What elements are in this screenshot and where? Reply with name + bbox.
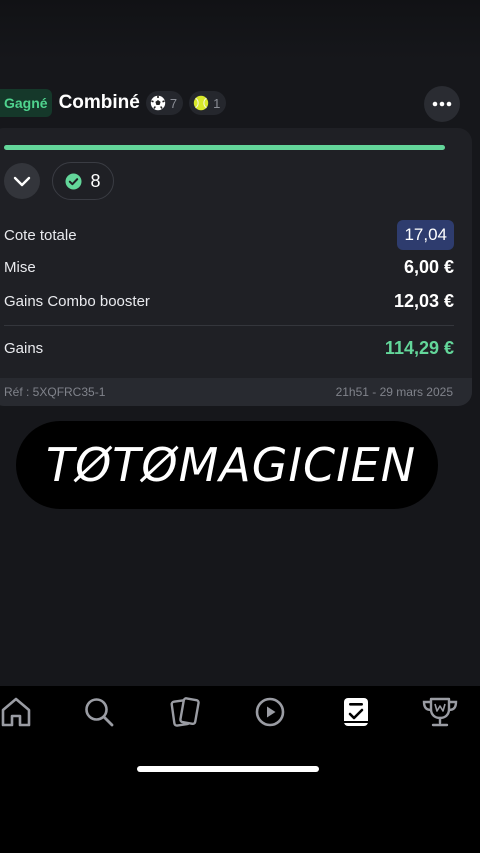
booster-value: 12,03 € bbox=[393, 291, 454, 311]
divider bbox=[4, 325, 454, 326]
more-dots-icon bbox=[432, 101, 452, 107]
more-options-button[interactable] bbox=[424, 86, 460, 122]
top-shade bbox=[0, 0, 480, 60]
trophy-icon bbox=[422, 697, 458, 727]
progress-bar bbox=[4, 145, 445, 150]
bet-card: 8 Cote totale 17,04 Mise 6,00 € Gains Co… bbox=[0, 128, 472, 406]
bet-datetime: 21h51 - 29 mars 2025 bbox=[335, 385, 453, 399]
booster-label: Gains Combo booster bbox=[4, 293, 150, 310]
nav-trophy[interactable] bbox=[418, 694, 462, 730]
bottom-nav bbox=[0, 686, 480, 853]
stake-row: Mise 6,00 € bbox=[4, 257, 454, 278]
booster-row: Gains Combo booster 12,03 € bbox=[4, 291, 454, 312]
soccer-ball-icon bbox=[150, 95, 166, 111]
card-footer: Réf : 5XQFRC35-1 21h51 - 29 mars 2025 bbox=[0, 378, 472, 406]
progress-fill bbox=[4, 145, 445, 150]
bet-reference: Réf : 5XQFRC35-1 bbox=[4, 385, 106, 399]
betslip-icon bbox=[344, 698, 368, 726]
check-circle-icon bbox=[65, 173, 82, 189]
cards-icon bbox=[170, 697, 200, 727]
watermark-banner: TØTØMAGICIEN bbox=[16, 421, 438, 509]
home-indicator[interactable] bbox=[137, 766, 319, 772]
sport-chip-tennis: 1 bbox=[189, 91, 227, 115]
tennis-ball-icon bbox=[193, 95, 209, 111]
home-icon bbox=[1, 697, 31, 727]
tennis-count: 1 bbox=[213, 95, 221, 111]
total-odds-value: 17,04 bbox=[397, 220, 454, 250]
winnings-row: Gains 114,29 € bbox=[4, 338, 454, 359]
chevron-down-icon bbox=[13, 176, 31, 186]
status-badge: Gagné bbox=[0, 89, 52, 117]
nav-home[interactable] bbox=[0, 694, 38, 730]
total-odds-row: Cote totale 17,04 bbox=[4, 220, 454, 250]
winnings-label: Gains bbox=[4, 340, 44, 357]
sport-chip-soccer: 7 bbox=[145, 91, 184, 115]
expand-button[interactable] bbox=[4, 163, 40, 199]
soccer-count: 7 bbox=[169, 95, 178, 111]
bet-type-title: Combiné bbox=[58, 92, 140, 113]
stake-value: 6,00 € bbox=[403, 257, 454, 277]
bet-header: Gagné Combiné 7 1 bbox=[0, 86, 480, 122]
stake-label: Mise bbox=[4, 259, 36, 276]
search-icon bbox=[85, 698, 114, 727]
won-selections-count: 8 bbox=[90, 170, 101, 191]
winnings-value: 114,29 € bbox=[384, 338, 454, 358]
nav-play[interactable] bbox=[248, 694, 292, 730]
nav-betslip[interactable] bbox=[334, 694, 378, 730]
play-icon bbox=[255, 697, 285, 727]
won-selections-pill: 8 bbox=[52, 162, 114, 200]
total-odds-label: Cote totale bbox=[4, 226, 77, 244]
nav-search[interactable] bbox=[77, 694, 121, 730]
nav-cards[interactable] bbox=[163, 694, 207, 730]
